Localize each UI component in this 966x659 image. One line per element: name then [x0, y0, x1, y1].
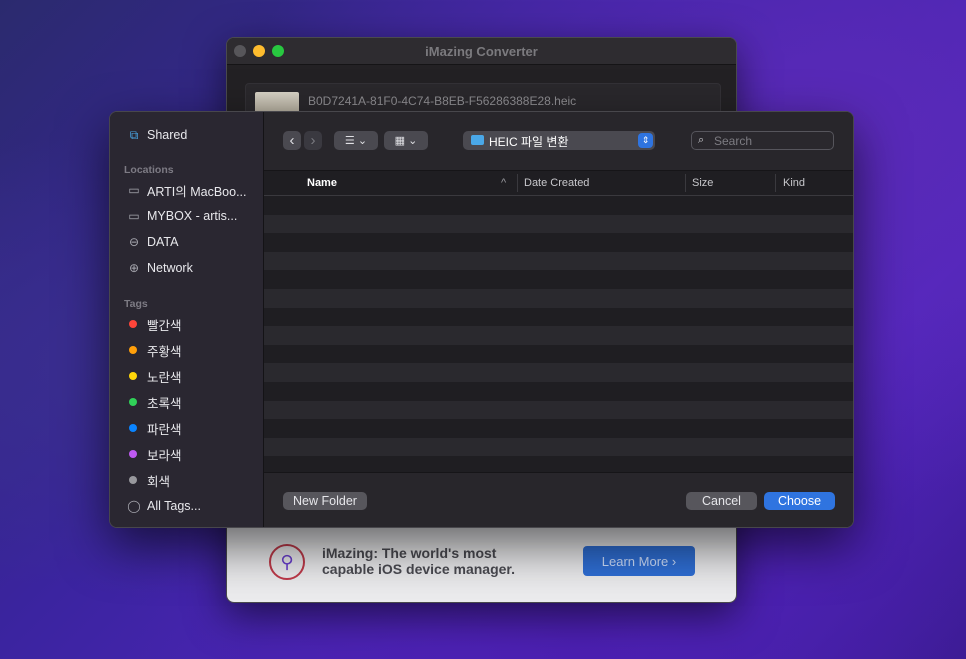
current-folder-label: HEIC 파일 변환	[489, 135, 569, 149]
empty-row	[264, 326, 853, 345]
grid-view-button[interactable]: ▦ ⌄	[384, 131, 428, 150]
all-tags-label: All Tags...	[147, 499, 201, 513]
sidebar-tag-blue[interactable]: 파란색	[125, 419, 182, 437]
column-divider[interactable]	[775, 174, 776, 192]
chevron-right-icon: ›	[310, 132, 316, 149]
date-created-column-header[interactable]: Date Created	[524, 177, 589, 189]
kind-column-header[interactable]: Kind	[783, 177, 805, 189]
drive-icon: ⊖	[128, 235, 140, 249]
tag-label: 노란색	[147, 370, 182, 385]
chevron-left-icon: ‹	[289, 132, 295, 149]
converter-titlebar: iMazing Converter	[227, 38, 736, 65]
column-divider[interactable]	[685, 174, 686, 192]
sidebar-tag-green[interactable]: 초록색	[125, 393, 182, 411]
search-icon: ⌕	[698, 134, 705, 146]
name-column-header[interactable]: Name	[307, 177, 337, 189]
all-tags-icon: ◯	[127, 499, 141, 513]
empty-row	[264, 233, 853, 252]
gray-tag-icon	[129, 476, 137, 484]
empty-row	[264, 400, 853, 420]
empty-row	[264, 437, 853, 457]
imazing-logo-icon: ⚲	[269, 544, 305, 580]
sidebar-item-network[interactable]: ⊕ Network	[125, 259, 193, 277]
globe-icon: ⊕	[128, 261, 140, 275]
file-name: B0D7241A-81F0-4C74-B8EB-F56286388E28.hei…	[308, 94, 577, 108]
sidebar: ⧉ Shared Locations ▭ ARTI의 MacBoo... ▭ M…	[110, 112, 264, 527]
grid-view-icon: ▦ ⌄	[394, 135, 418, 147]
dialog-footer: New Folder Cancel Choose	[264, 472, 853, 527]
shared-folder-icon: ⧉	[129, 127, 139, 142]
sidebar-item-macbook[interactable]: ▭ ARTI의 MacBoo...	[125, 181, 247, 199]
back-button[interactable]: ‹	[283, 131, 301, 150]
list-view-button[interactable]: ☰ ⌄	[334, 131, 378, 150]
sidebar-tag-yellow[interactable]: 노란색	[125, 367, 182, 385]
sidebar-tag-gray[interactable]: 회색	[125, 471, 170, 489]
tag-label: 초록색	[147, 396, 182, 411]
sidebar-item-label: Shared	[147, 128, 188, 142]
file-list[interactable]	[264, 196, 853, 472]
locations-section-label: Locations	[124, 164, 174, 176]
yellow-tag-icon	[129, 372, 137, 380]
tag-label: 보라색	[147, 448, 182, 463]
sort-ascending-icon: ^	[501, 177, 507, 189]
laptop-icon: ▭	[128, 183, 140, 197]
sidebar-tag-red[interactable]: 빨간색	[125, 315, 182, 333]
empty-row	[264, 308, 853, 327]
empty-row	[264, 456, 853, 472]
folder-icon	[471, 135, 484, 145]
tag-label: 회색	[147, 474, 171, 489]
tag-label: 주황색	[147, 344, 182, 359]
sidebar-item-label: Network	[147, 261, 193, 275]
orange-tag-icon	[129, 346, 137, 354]
size-column-header[interactable]: Size	[692, 177, 713, 189]
empty-row	[264, 196, 853, 215]
sidebar-item-label: MYBOX - artis...	[147, 209, 238, 223]
tag-label: 파란색	[147, 422, 182, 437]
empty-row	[264, 214, 853, 234]
sidebar-item-shared[interactable]: ⧉ Shared	[125, 126, 188, 144]
empty-row	[264, 382, 853, 401]
promo-text: iMazing: The world's most capable iOS de…	[322, 545, 515, 577]
file-browser: ‹ › ☰ ⌄ ▦ ⌄ HEIC 파일 변환 ⇕ ⌕ Name ^	[264, 112, 853, 527]
sidebar-item-mybox[interactable]: ▭ MYBOX - artis...	[125, 207, 237, 225]
converter-title: iMazing Converter	[425, 44, 538, 59]
purple-tag-icon	[129, 450, 137, 458]
search-field[interactable]: ⌕	[691, 131, 834, 150]
folder-path-popup[interactable]: HEIC 파일 변환 ⇕	[463, 131, 655, 150]
choose-button[interactable]: Choose	[764, 492, 835, 510]
dialog-toolbar: ‹ › ☰ ⌄ ▦ ⌄ HEIC 파일 변환 ⇕ ⌕	[264, 112, 853, 171]
column-divider[interactable]	[517, 174, 518, 192]
empty-row	[264, 270, 853, 289]
green-tag-icon	[129, 398, 137, 406]
search-input[interactable]	[714, 133, 829, 148]
cancel-button[interactable]: Cancel	[686, 492, 757, 510]
empty-row	[264, 363, 853, 382]
empty-row	[264, 251, 853, 271]
tags-section-label: Tags	[124, 298, 148, 310]
sidebar-item-label: DATA	[147, 235, 179, 249]
empty-row	[264, 288, 853, 308]
choose-folder-dialog: ⧉ Shared Locations ▭ ARTI의 MacBoo... ▭ M…	[109, 111, 854, 528]
empty-row	[264, 419, 853, 438]
sidebar-all-tags[interactable]: ◯ All Tags...	[125, 497, 201, 515]
sidebar-item-label: ARTI의 MacBoo...	[147, 184, 247, 199]
empty-row	[264, 345, 853, 364]
list-view-icon: ☰ ⌄	[344, 135, 368, 147]
tag-label: 빨간색	[147, 318, 182, 333]
blue-tag-icon	[129, 424, 137, 432]
column-header: Name ^ Date Created Size Kind	[264, 171, 853, 196]
sidebar-tag-orange[interactable]: 주황색	[125, 341, 182, 359]
sidebar-item-data[interactable]: ⊖ DATA	[125, 233, 179, 251]
red-tag-icon	[129, 320, 137, 328]
promo-banner: ⚲ iMazing: The world's most capable iOS …	[227, 528, 736, 602]
forward-button[interactable]: ›	[304, 131, 322, 150]
sidebar-tag-purple[interactable]: 보라색	[125, 445, 182, 463]
learn-more-button[interactable]: Learn More ›	[583, 546, 695, 576]
folder-icon: ▭	[128, 209, 140, 223]
new-folder-button[interactable]: New Folder	[283, 492, 367, 510]
chevron-updown-icon: ⇕	[638, 133, 653, 148]
